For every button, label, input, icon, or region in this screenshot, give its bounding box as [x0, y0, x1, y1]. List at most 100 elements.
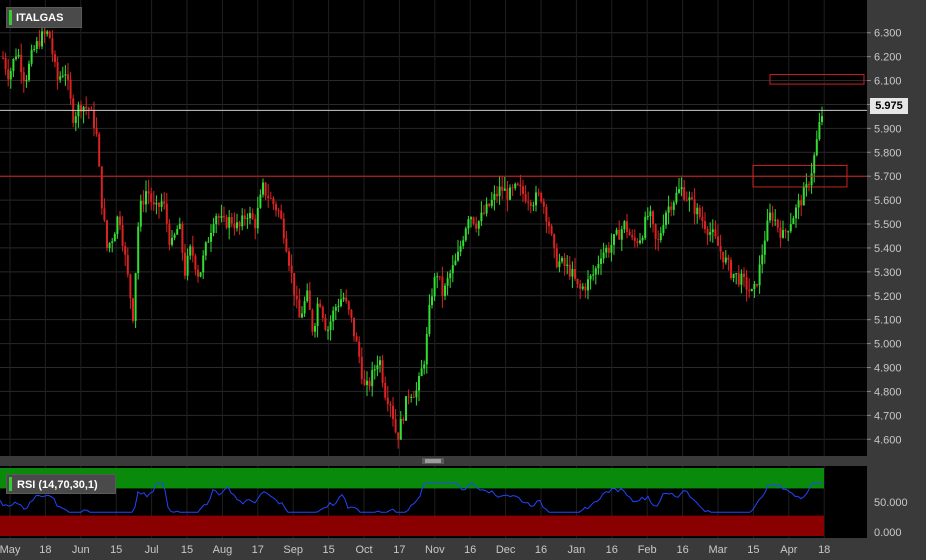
candle-body: [178, 223, 181, 230]
x-tick-label: May: [0, 544, 21, 556]
candle-body: [358, 341, 361, 357]
candle-body: [160, 201, 163, 207]
candle-body: [597, 263, 600, 269]
candle-body: [646, 215, 649, 217]
candle-body: [558, 261, 561, 268]
candle-body: [657, 239, 660, 241]
candle-body: [722, 251, 725, 263]
candle-body: [808, 184, 810, 186]
candle-body: [202, 255, 205, 273]
x-tick-label: Feb: [638, 544, 657, 556]
candle-body: [665, 212, 667, 225]
candle-body: [524, 193, 527, 202]
candle-body: [113, 234, 116, 242]
candle-body: [373, 369, 376, 371]
candle-body: [397, 432, 400, 440]
candle-body: [425, 333, 428, 365]
price-chart-svg[interactable]: 6.3006.2006.1006.0005.9005.8005.7005.600…: [0, 0, 926, 560]
candle-body: [329, 321, 332, 330]
candle-body: [472, 217, 475, 224]
candle-body: [345, 297, 348, 302]
candle-body: [490, 199, 493, 207]
candle-body: [399, 418, 402, 440]
candle-body: [22, 72, 25, 82]
candle-body: [488, 203, 491, 207]
candle-body: [184, 252, 186, 276]
candle-body: [587, 279, 589, 291]
candle-body: [340, 299, 342, 307]
candle-body: [363, 379, 366, 385]
candle-body: [563, 258, 566, 266]
candle-body: [756, 283, 758, 286]
candle-body: [4, 57, 7, 70]
candle-body: [353, 317, 355, 337]
panel-splitter[interactable]: [422, 458, 444, 464]
candle-body: [267, 195, 270, 199]
candle-body: [748, 289, 751, 292]
rsi-tick-label: 50.000: [874, 497, 908, 509]
candle-body: [685, 199, 688, 201]
candle-body: [56, 62, 59, 80]
candle-body: [652, 211, 654, 225]
y-tick-label: 4.800: [874, 386, 902, 398]
candle-body: [519, 184, 522, 187]
candle-body: [137, 226, 140, 274]
candle-body: [100, 166, 103, 209]
candle-body: [540, 192, 543, 202]
candle-body: [750, 288, 753, 292]
x-tick-label: Apr: [780, 544, 797, 556]
candle-body: [306, 290, 309, 302]
candle-body: [428, 304, 431, 334]
candle-body: [542, 201, 545, 207]
candle-body: [410, 396, 413, 398]
candle-body: [204, 242, 207, 256]
candle-body: [67, 74, 69, 80]
x-tick-label: 15: [747, 544, 759, 556]
candle-body: [711, 229, 714, 233]
x-tick-label: 16: [606, 544, 618, 556]
last-price-tag: 5.975: [870, 98, 908, 114]
x-tick-label: Sep: [283, 544, 303, 556]
candle-body: [7, 69, 10, 80]
candle-body: [571, 269, 574, 277]
candle-body: [301, 313, 303, 318]
candle-body: [457, 251, 459, 261]
candle-body: [727, 257, 730, 261]
candle-body: [207, 241, 210, 243]
rsi-label[interactable]: RSI (14,70,30,1): [6, 474, 116, 494]
candle-body: [782, 230, 784, 238]
y-tick-label: 4.600: [874, 434, 902, 446]
candle-body: [675, 192, 678, 203]
x-tick-label: 16: [535, 544, 547, 556]
candle-body: [480, 212, 483, 222]
candle-body: [275, 204, 277, 211]
x-tick-label: 15: [322, 544, 334, 556]
candle-body: [631, 235, 634, 238]
candle-body: [485, 203, 488, 214]
y-tick-label: 6.200: [874, 52, 902, 64]
candle-body: [566, 264, 569, 266]
candle-body: [639, 240, 641, 244]
rsi-accent: [9, 477, 12, 491]
candle-body: [527, 201, 530, 203]
candle-body: [636, 240, 639, 244]
candle-body: [163, 201, 166, 204]
candle-body: [602, 252, 605, 259]
candle-body: [254, 218, 257, 229]
candle-body: [792, 218, 795, 225]
candle-body: [264, 182, 267, 196]
candle-body: [797, 200, 800, 208]
candle-body: [467, 219, 470, 229]
candle-body: [789, 224, 792, 232]
chart-root: 6.3006.2006.1006.0005.9005.8005.7005.600…: [0, 0, 926, 560]
candle-body: [704, 221, 706, 230]
chart-title[interactable]: ITALGAS: [6, 7, 82, 28]
candle-body: [236, 222, 238, 229]
candle-body: [407, 396, 410, 398]
y-tick-label: 5.700: [874, 171, 902, 183]
candle-body: [243, 215, 246, 220]
y-tick-label: 4.700: [874, 410, 902, 422]
candle-body: [381, 360, 384, 383]
candle-body: [821, 116, 823, 123]
candle-body: [584, 286, 587, 291]
